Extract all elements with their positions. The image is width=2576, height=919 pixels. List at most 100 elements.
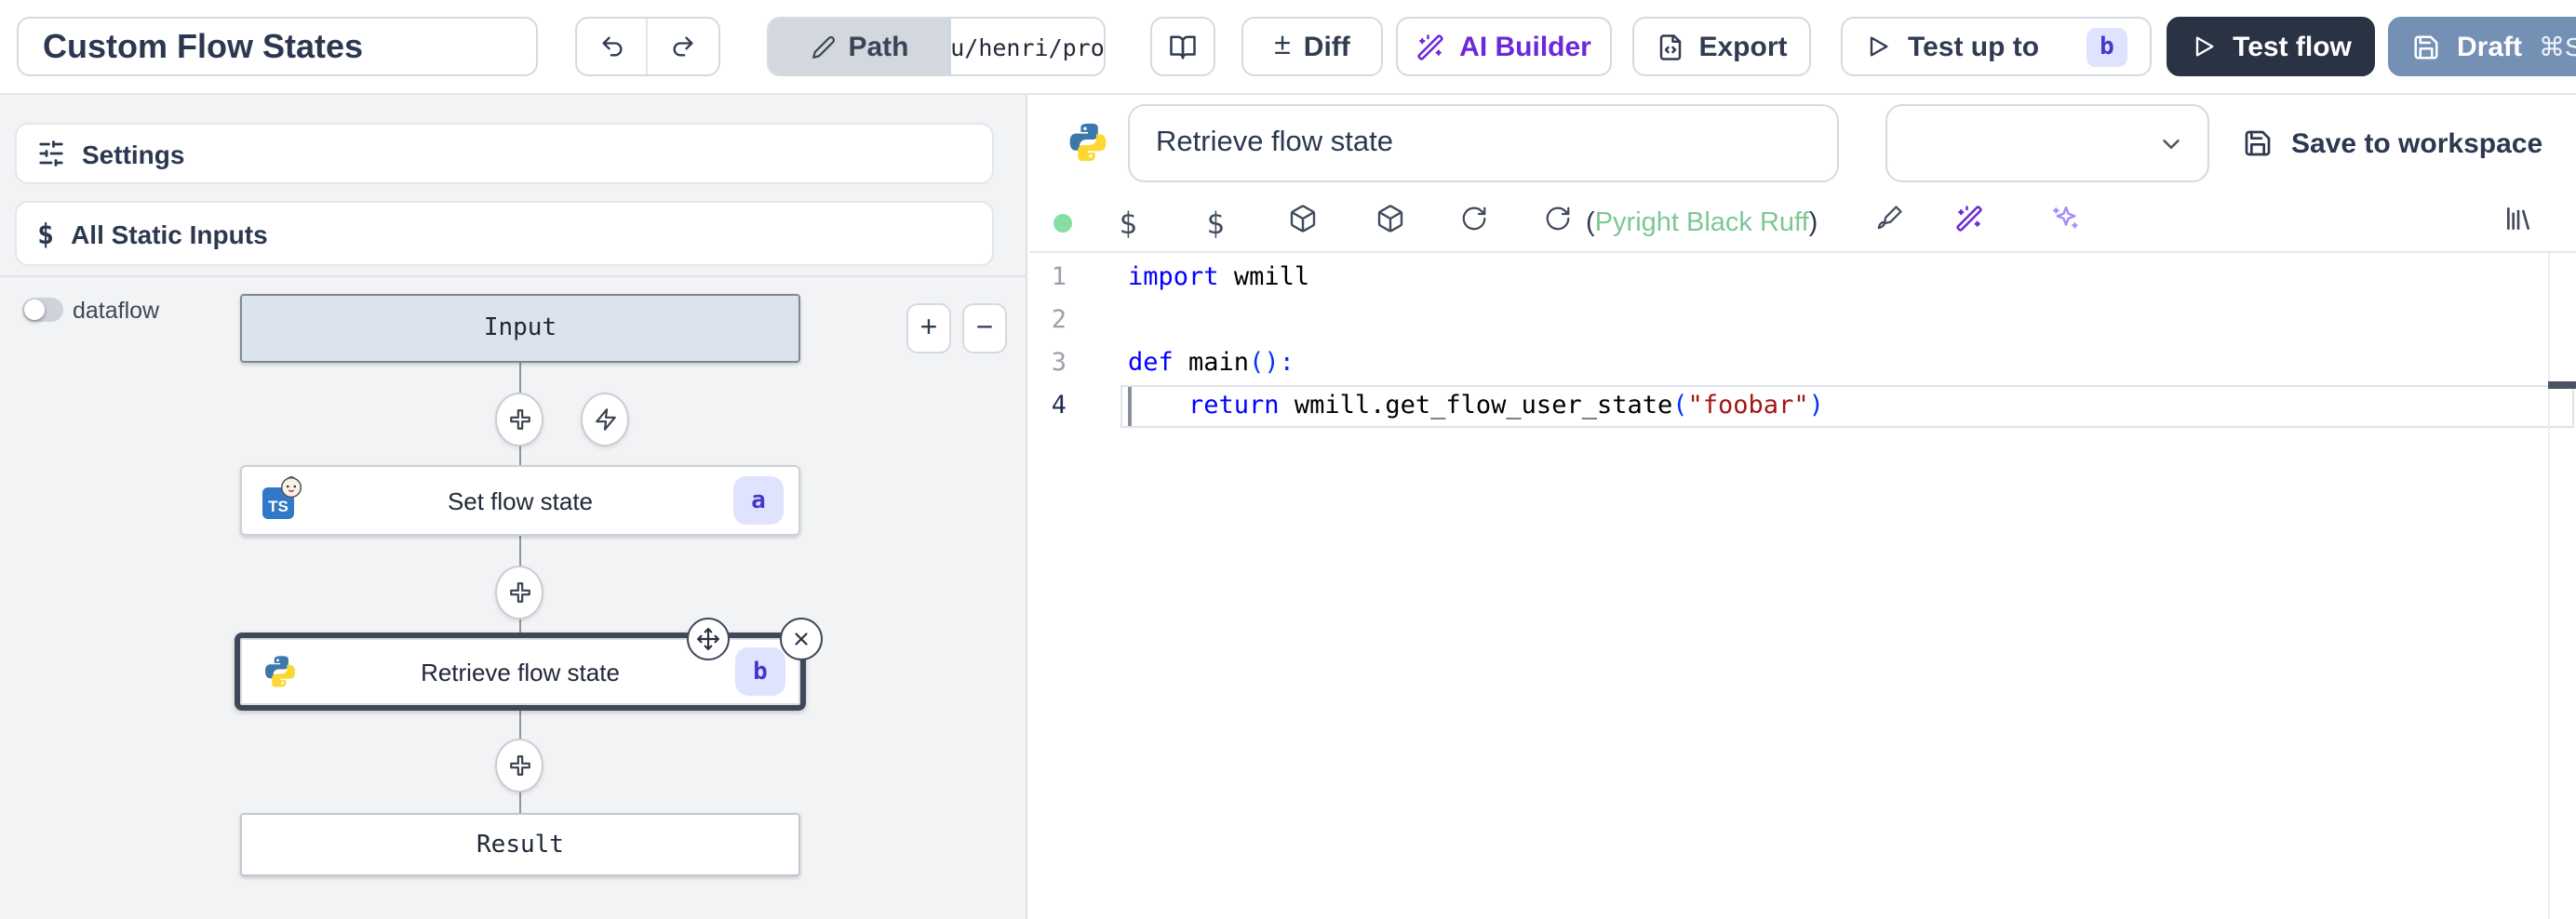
test-up-to-label: Test up to — [1908, 31, 2039, 62]
ai-generate-button[interactable] — [1955, 205, 1983, 242]
overview-ruler — [2548, 253, 2550, 919]
redo-button[interactable] — [648, 19, 718, 74]
ai-builder-button[interactable]: AI Builder — [1396, 17, 1612, 76]
close-icon — [791, 629, 812, 649]
step-badge-b: b — [2086, 27, 2127, 66]
set-flow-state-node[interactable]: TS Set flow state a — [240, 465, 800, 536]
docs-button[interactable] — [1150, 17, 1215, 76]
undo-button[interactable] — [577, 19, 648, 74]
sidebar-divider — [0, 275, 1027, 277]
plus-minus-icon: ± — [1274, 30, 1291, 63]
line-number: 1 — [1029, 257, 1067, 300]
edit-path-button[interactable]: Path — [769, 19, 951, 74]
python-icon — [262, 654, 298, 689]
zoom-in-button[interactable]: + — [906, 303, 951, 353]
format-code-button[interactable] — [1875, 205, 1903, 242]
sparkles-icon — [2051, 204, 2081, 233]
flow-name-box — [17, 17, 538, 76]
draft-shortcut: ⌘S — [2539, 31, 2576, 62]
flow-sidebar: Settings $ All Static Inputs dataflow + … — [0, 95, 1027, 919]
draft-label: Draft — [2457, 31, 2522, 62]
save-to-workspace-button[interactable]: Save to workspace — [2243, 104, 2542, 182]
line-number: 3 — [1029, 342, 1067, 385]
add-step-button-3[interactable] — [495, 739, 543, 792]
save-to-workspace-label: Save to workspace — [2291, 127, 2542, 159]
bun-emoji-sticker — [279, 474, 303, 499]
play-icon — [2190, 33, 2216, 60]
zoom-out-button[interactable]: − — [962, 303, 1007, 353]
export-button[interactable]: Export — [1632, 17, 1811, 76]
all-static-inputs-button[interactable]: $ All Static Inputs — [15, 201, 994, 266]
diff-history-button[interactable] — [2503, 204, 2533, 243]
diff-button-label: Diff — [1304, 31, 1350, 62]
input-node-label: Input — [484, 314, 557, 342]
step-editor-panel: Save to workspace $ $ (Pyright Black Ruf… — [1029, 95, 2576, 919]
flow-editor-app: Path u/henri/pro ± Diff AI Builder Expor… — [0, 0, 2576, 919]
zap-icon — [593, 407, 617, 432]
move-node-button[interactable] — [687, 618, 730, 660]
reload-icon[interactable] — [1544, 205, 1572, 242]
set-flow-state-label: Set flow state — [448, 486, 593, 514]
line-number: 2 — [1029, 300, 1067, 342]
dataflow-toggle[interactable] — [22, 298, 63, 322]
dataflow-label: dataflow — [73, 298, 159, 322]
test-up-to-button[interactable]: Test up to b — [1841, 17, 2152, 76]
redo-icon — [670, 33, 696, 60]
resource-picker-button[interactable]: $ — [1206, 206, 1224, 241]
export-label: Export — [1698, 31, 1787, 62]
toggle-knob — [24, 300, 45, 320]
status-dot — [1053, 214, 1072, 233]
chevron-down-icon — [2157, 129, 2185, 157]
step-badge-a: a — [733, 476, 784, 525]
add-step-button-2[interactable] — [495, 566, 543, 619]
save-icon — [2412, 33, 2440, 60]
path-button-label: Path — [848, 31, 908, 62]
settings-button[interactable]: Settings — [15, 123, 994, 184]
ai-sparkles-button[interactable] — [2051, 204, 2081, 243]
settings-label: Settings — [82, 139, 184, 168]
result-node-label: Result — [476, 831, 564, 859]
diff-button[interactable]: ± Diff — [1241, 17, 1383, 76]
result-node[interactable]: Result — [240, 813, 800, 876]
code-assistants-label: (Pyright Black Ruff) — [1586, 208, 1818, 238]
trigger-button[interactable] — [581, 393, 629, 446]
file-code-icon — [1656, 33, 1684, 60]
move-icon — [696, 627, 720, 651]
python-icon — [1067, 121, 1109, 164]
book-open-icon — [1169, 33, 1197, 60]
ai-builder-label: AI Builder — [1459, 31, 1591, 62]
flow-name-input[interactable] — [19, 27, 536, 66]
code-line: import wmill — [1128, 257, 1309, 300]
input-node[interactable]: Input — [240, 294, 800, 363]
package-icon[interactable] — [1288, 204, 1318, 243]
code-line: def main(): — [1128, 342, 1295, 385]
language-select[interactable] — [1885, 104, 2209, 182]
delete-node-button[interactable] — [780, 618, 823, 660]
retrieve-flow-state-label: Retrieve flow state — [421, 658, 620, 686]
draft-save-button[interactable]: Draft ⌘S — [2388, 17, 2576, 76]
test-flow-button[interactable]: Test flow — [2167, 17, 2375, 76]
package-icon[interactable] — [1375, 204, 1405, 243]
step-name-input[interactable] — [1130, 106, 1837, 180]
add-step-button-1[interactable] — [495, 393, 543, 446]
paintbrush-icon — [1875, 205, 1903, 233]
editor-toolbar: $ $ (Pyright Black Ruff) — [1029, 195, 2576, 251]
dollar-icon: $ — [37, 217, 54, 250]
code-editor[interactable]: 1 2 3 4 import wmill def main(): return … — [1029, 251, 2576, 919]
sliders-icon — [37, 140, 65, 167]
reload-icon[interactable] — [1460, 205, 1488, 242]
save-icon — [2243, 128, 2273, 158]
code-line: return wmill.get_flow_user_state("foobar… — [1128, 385, 1824, 428]
wand-icon — [1955, 205, 1983, 233]
wand-sparkles-icon — [1416, 33, 1444, 60]
step-badge-b: b — [735, 647, 785, 696]
assistant-names: Pyright Black Ruff — [1595, 208, 1809, 238]
undo-icon — [598, 33, 624, 60]
variable-picker-button[interactable]: $ — [1119, 206, 1136, 241]
all-static-inputs-label: All Static Inputs — [71, 219, 268, 248]
pencil-icon — [811, 34, 835, 59]
undo-redo-group — [575, 17, 720, 76]
overview-ruler-cursor-mark — [2548, 381, 2576, 389]
path-value[interactable]: u/henri/pro — [951, 19, 1104, 74]
test-flow-label: Test flow — [2233, 31, 2352, 62]
